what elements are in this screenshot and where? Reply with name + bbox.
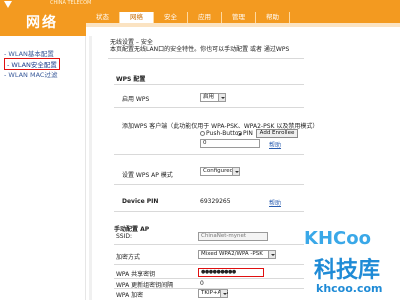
logo-subtitle: CHINA TELECOM (50, 0, 92, 6)
watermark-url: khcoo.com (316, 282, 383, 295)
wps-heading: WPS 配置 (116, 76, 146, 83)
chevron-down-icon (218, 94, 225, 101)
intro-description: 本页配置无线LAN口的安全特性。你也可以手动配置 或者 通过WPS (110, 46, 290, 53)
divider (114, 84, 304, 85)
ap-mode-value: Configured (203, 168, 234, 174)
divider (114, 211, 304, 212)
help-link[interactable]: 帮助 (269, 198, 281, 207)
china-telecom-logo-icon (4, 1, 12, 8)
top-nav-tabs: 状态 网络 安全 应用 管理 帮助 (86, 12, 400, 23)
divider (114, 264, 304, 265)
help-link[interactable]: 帮助 (269, 140, 281, 149)
device-pin-value: 69329265 (200, 198, 231, 205)
watermark: KHCoo 科技库 khcoo.com (300, 228, 400, 300)
tab-help[interactable]: 帮助 (256, 12, 290, 23)
ssid-field[interactable]: ChinaNet-mynet (198, 232, 268, 241)
sidebar-item-wlan-mac-filter[interactable]: - WLAN MAC过滤 (4, 69, 57, 79)
ap-mode-label: 设置 WPS AP 模式 (122, 172, 173, 179)
wpa-encryption-label: WPA 加密 (116, 292, 144, 299)
tab-status[interactable]: 状态 (86, 12, 120, 23)
encryption-value: Mixed WPA2/WPA -PSK (201, 251, 263, 257)
chevron-down-icon (268, 251, 275, 258)
ap-mode-select[interactable]: Configured (200, 167, 240, 176)
ssid-label: SSID: (116, 233, 133, 240)
pin-input[interactable]: 0 (200, 139, 260, 148)
chevron-down-icon (220, 290, 227, 297)
enable-wps-value: 启用 (203, 94, 215, 100)
enable-wps-label: 启用 WPS (122, 96, 150, 103)
pin-label: PIN (243, 130, 253, 137)
divider (114, 154, 304, 155)
encryption-label: 加密方式 (116, 254, 141, 261)
shared-key-password-field[interactable]: ●●●●●●●●● (198, 268, 264, 277)
divider (108, 58, 304, 59)
tab-application[interactable]: 应用 (188, 12, 222, 23)
encryption-select[interactable]: Mixed WPA2/WPA -PSK (198, 250, 276, 259)
sidebar-item-wlan-basic[interactable]: - WLAN基本配置 (4, 48, 54, 58)
divider (114, 278, 304, 279)
section-title: 网络 (26, 15, 58, 31)
shared-key-label: WPA 共享密钥 (116, 271, 156, 278)
enable-wps-select[interactable]: 启用 (200, 93, 226, 102)
wpa-encryption-select[interactable]: TKIP+AES (198, 289, 228, 298)
rekey-interval-value[interactable]: 0 (200, 280, 204, 287)
watermark-name: 科技库 (314, 257, 381, 283)
header-stripe-band (86, 23, 400, 27)
device-pin-label: Device PIN (122, 198, 159, 205)
add-enrollee-button[interactable]: Add Enrollee (256, 129, 298, 138)
manual-ap-heading: 手动配置 AP (114, 226, 150, 233)
sidebar: - WLAN基本配置 - WLAN安全配置 - WLAN MAC过滤 (0, 36, 86, 300)
watermark-logo: KHCoo (304, 228, 371, 249)
divider (114, 107, 304, 108)
push-button-radio[interactable] (200, 131, 205, 136)
divider (114, 184, 304, 185)
divider (114, 244, 304, 245)
chevron-down-icon (232, 168, 239, 175)
tab-management[interactable]: 管理 (222, 12, 256, 23)
header-stripe (86, 23, 400, 36)
tab-security[interactable]: 安全 (154, 12, 188, 23)
top-header: CHINA TELECOM 网络 状态 网络 安全 应用 管理 帮助 (0, 0, 400, 36)
pin-radio[interactable] (237, 131, 242, 136)
logo-area: CHINA TELECOM 网络 (0, 0, 91, 36)
tab-network[interactable]: 网络 (120, 12, 154, 23)
